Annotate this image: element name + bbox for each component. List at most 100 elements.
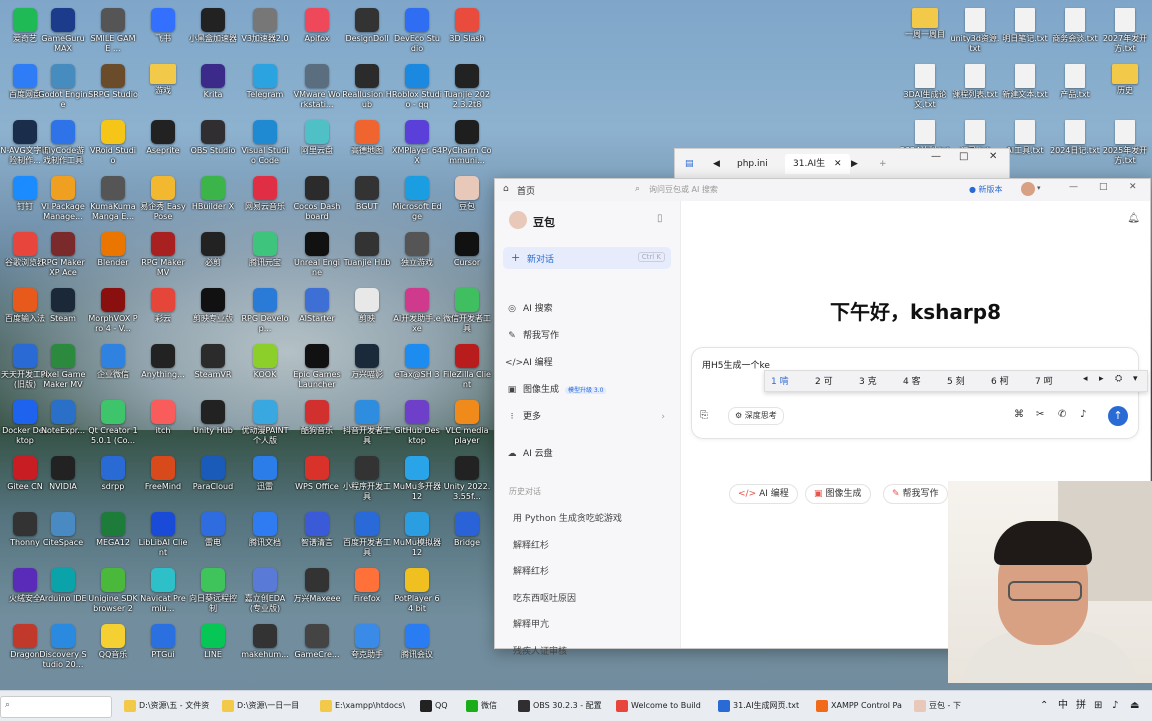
desktop-icon[interactable]: Aseprite	[138, 118, 188, 174]
desktop-icon[interactable]: 易企秀 Easy Pose	[138, 174, 188, 230]
history-item[interactable]: 吃东西呕吐原因	[513, 591, 576, 604]
desktop-icon[interactable]: 万兴喵影	[342, 342, 392, 398]
text-file-icon[interactable]: 2024日记.txt	[1050, 118, 1100, 174]
desktop-icon[interactable]: RPG Maker MV	[138, 230, 188, 286]
desktop-icon[interactable]: Discovery Studio 20...	[38, 622, 88, 678]
text-file-icon[interactable]: 课程列表.txt	[950, 62, 1000, 118]
tab-close-icon[interactable]: ✕	[834, 159, 842, 169]
desktop-icon[interactable]: PyCharm Communi...	[442, 118, 492, 174]
desktop-icon[interactable]: itch	[138, 398, 188, 454]
desktop-icon[interactable]: 酷狗音乐	[292, 398, 342, 454]
desktop-icon[interactable]: 百度开发者工具	[342, 510, 392, 566]
minimize-button[interactable]: —	[1069, 182, 1078, 192]
desktop-icon[interactable]: SteamVR	[188, 342, 238, 398]
chat-input[interactable]: 用H5生成一个ke	[702, 358, 770, 371]
suggestion-chip[interactable]: </> AI 编程	[729, 484, 798, 504]
suggestion-chip[interactable]: ▣ 图像生成	[805, 484, 871, 504]
desktop-icon[interactable]: 微信开发者工具	[442, 286, 492, 342]
desktop-icon[interactable]: Tuanjie 2022.3.2t8	[442, 62, 492, 118]
desktop-icon[interactable]: Krita	[188, 62, 238, 118]
desktop-icon[interactable]: Microsoft Edge	[392, 174, 442, 230]
sidebar-toggle-icon[interactable]: ▯	[657, 213, 663, 224]
desktop-icon[interactable]: 3D Slash	[442, 6, 492, 62]
attach-icon[interactable]: ⎘	[700, 410, 708, 421]
tab-scroll-left-icon[interactable]: ◀	[713, 154, 720, 174]
ime-candidate[interactable]: 7 呵	[1035, 374, 1053, 387]
desktop-icon[interactable]: Unigine SDK browser 2	[88, 566, 138, 622]
desktop-icon[interactable]: GameCre...	[292, 622, 342, 678]
desktop-icon[interactable]: AI开发助手.exe	[392, 286, 442, 342]
phone-icon[interactable]: ✆	[1058, 409, 1066, 420]
desktop-icon[interactable]: Unity Hub	[188, 398, 238, 454]
desktop-icon[interactable]: VRoid Studio	[88, 118, 138, 174]
history-item[interactable]: 解释红杉	[513, 538, 549, 551]
new-version-badge[interactable]: ● 新版本	[969, 184, 1003, 195]
new-chat-button[interactable]: + 新对话 Ctrl K	[503, 247, 671, 269]
desktop-icon[interactable]: FreeMind	[138, 454, 188, 510]
desktop-icon[interactable]: RPG Maker XP Ace	[38, 230, 88, 286]
desktop-icon[interactable]: iFlyCode游戏制作工具	[38, 118, 88, 174]
sidebar-item[interactable]: ▣ 图像生成 模型升级 3.0	[505, 379, 673, 401]
text-file-icon[interactable]: unity3d资源.txt	[950, 6, 1000, 62]
desktop-icon[interactable]: QQ音乐	[88, 622, 138, 678]
taskbar-app[interactable]: XAMPP Control Pa	[816, 698, 902, 714]
desktop-icon[interactable]: Tuanjie Hub	[342, 230, 392, 286]
desktop-icon[interactable]: Firefox	[342, 566, 392, 622]
sidebar-item[interactable]: ⁝ 更多 ›	[505, 406, 673, 428]
desktop-icon[interactable]: GameGuru MAX	[38, 6, 88, 62]
desktop-icon[interactable]: Blender	[88, 230, 138, 286]
desktop-icon[interactable]: Visual Studio Code	[240, 118, 290, 174]
notepad-close-button[interactable]: ✕	[989, 151, 997, 162]
desktop-icon[interactable]: DevEco Studio	[392, 6, 442, 62]
desktop-icon[interactable]: 飞书	[138, 6, 188, 62]
desktop-icon[interactable]: 剪映专业版	[188, 286, 238, 342]
desktop-icon[interactable]: PTGui	[138, 622, 188, 678]
text-file-icon[interactable]: 新建文本.txt	[1000, 62, 1050, 118]
desktop-icon[interactable]: Cursor	[442, 230, 492, 286]
maximize-button[interactable]: □	[1099, 182, 1108, 192]
ime-candidate[interactable]: 2 可	[815, 374, 833, 387]
desktop-icon[interactable]: KumaKuma Manga E...	[88, 174, 138, 230]
desktop-icon[interactable]: 网易云音乐	[240, 174, 290, 230]
desktop-icon[interactable]: 游戏	[138, 62, 188, 118]
desktop-icon[interactable]: BGUT	[342, 174, 392, 230]
desktop-icon[interactable]: 夸克助手	[342, 622, 392, 678]
desktop-icon[interactable]: Telegram	[240, 62, 290, 118]
tab-scroll-right-icon[interactable]: ▶	[851, 154, 858, 174]
desktop-icon[interactable]: MEGA12	[88, 510, 138, 566]
ime-next-icon[interactable]: ▸	[1099, 374, 1104, 384]
desktop-icon[interactable]: Bridge	[442, 510, 492, 566]
desktop-icon[interactable]: RPG Develop...	[240, 286, 290, 342]
chevron-down-icon[interactable]: ▾	[1037, 184, 1041, 192]
desktop-icon[interactable]: Roblox Studio - qq	[392, 62, 442, 118]
desktop-icon[interactable]: 迅雷	[240, 454, 290, 510]
text-file-icon[interactable]: 2027年发开方.txt	[1100, 6, 1150, 62]
sidebar-item[interactable]: ◎ AI 搜索	[505, 298, 673, 320]
desktop-icon[interactable]: PotPlayer 64 bit	[392, 566, 442, 622]
desktop-icon[interactable]: Pixel Game Maker MV	[38, 342, 88, 398]
send-button[interactable]: ↑	[1108, 406, 1128, 426]
desktop-icon[interactable]: NoteExpr...	[38, 398, 88, 454]
tray-icon[interactable]: ⊞	[1094, 698, 1102, 714]
desktop-icon[interactable]: HBuilder X	[188, 174, 238, 230]
desktop-icon[interactable]: 独立游戏	[392, 230, 442, 286]
desktop-icon[interactable]: Reallusion Hub	[342, 62, 392, 118]
taskbar-app[interactable]: 豆包 - 下	[914, 698, 961, 714]
desktop-icon[interactable]: VI Package Manage...	[38, 174, 88, 230]
text-file-icon[interactable]: 明日笔记.txt	[1000, 6, 1050, 62]
desktop-icon[interactable]: 嘉立创EDA(专业版)	[240, 566, 290, 622]
desktop-icon[interactable]: 雷电	[188, 510, 238, 566]
text-file-icon[interactable]: 2025年发开方.txt	[1100, 118, 1150, 174]
tray-icon[interactable]: 中	[1058, 698, 1068, 714]
text-file-icon[interactable]: 3DAI生成论文.txt	[900, 62, 950, 118]
deep-think-toggle[interactable]: ⚙ 深度思考	[728, 407, 784, 425]
microphone-icon[interactable]: ♪	[1080, 409, 1086, 420]
desktop-icon[interactable]: 豆包	[442, 174, 492, 230]
sidebar-item-cloud[interactable]: ☁ AI 云盘	[505, 443, 673, 465]
tray-icon[interactable]: ⌃	[1040, 698, 1048, 714]
suggestion-chip[interactable]: ✎ 帮我写作	[883, 484, 948, 504]
desktop-icon[interactable]: OBS Studio	[188, 118, 238, 174]
desktop-icon[interactable]: DesignDoll	[342, 6, 392, 62]
desktop-icon[interactable]: CiteSpace	[38, 510, 88, 566]
ime-candidate[interactable]: 5 刻	[947, 374, 965, 387]
